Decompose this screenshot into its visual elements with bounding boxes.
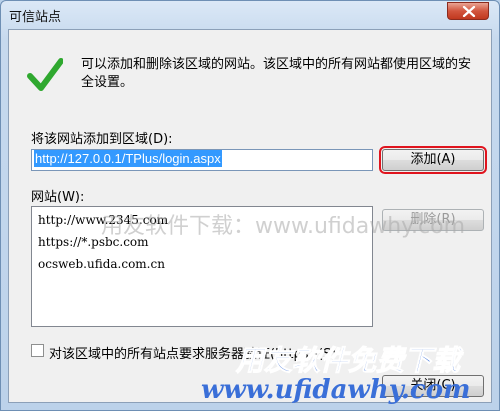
websites-label: 网站(W): [31,190,85,205]
https-checkbox[interactable] [31,344,44,357]
title-bar: 可信站点 [1,1,499,27]
add-zone-label: 将该网站添加到区域(D): [31,132,173,147]
watermark-logo-url: www.ufidawhy.com [201,375,471,405]
watermark-text: 用友软件下载：www.ufidawhy.com [101,214,465,239]
watermark-logo-text: 用友软件免费下载 [235,344,461,378]
dialog-title: 可信站点 [9,10,62,25]
close-icon [462,6,476,17]
add-button[interactable]: 添加(A) [379,146,487,174]
website-url-input[interactable]: http://127.0.0.1/TPlus/login.aspx [31,149,373,171]
checkmark-icon [27,58,63,91]
list-item[interactable]: ocsweb.ufida.com.cn [38,257,165,271]
window-close-button[interactable] [447,2,489,20]
trusted-sites-dialog: 可信站点 可以添加和删除该区域的网站。该区域中的所有网站都使用区域的安全设置。 … [0,0,500,411]
website-url-value: http://127.0.0.1/TPlus/login.aspx [34,150,222,167]
dialog-description: 可以添加和删除该区域的网站。该区域中的所有网站都使用区域的安全设置。 [81,57,472,90]
